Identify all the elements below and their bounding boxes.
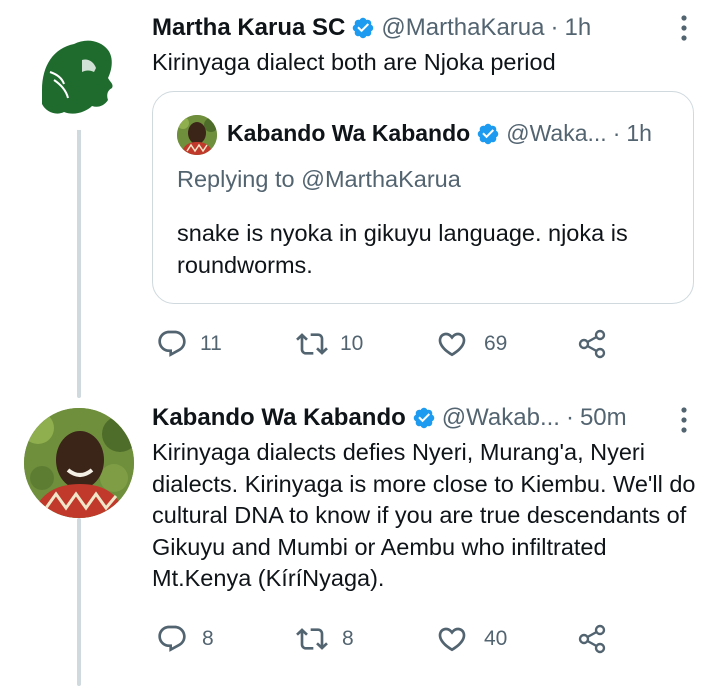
more-icon[interactable] [672, 12, 696, 44]
reply-count: 11 [200, 332, 222, 355]
replying-to[interactable]: Replying to @MarthaKarua [177, 164, 461, 196]
timestamp[interactable]: 50m [580, 404, 627, 432]
reply-icon [158, 625, 186, 652]
like-button[interactable]: 69 [436, 328, 576, 360]
quote-timestamp: 1h [626, 120, 652, 146]
like-icon [438, 627, 466, 652]
author-handle[interactable]: @MarthaKarua [381, 14, 544, 42]
tweet-text: Kirinyaga dialects defies Nyeri, Murang'… [152, 439, 696, 591]
verified-badge-icon [477, 123, 499, 144]
tweet-header: Kabando Wa Kabando @Wakab... · 50m [152, 404, 627, 432]
quote-avatar [177, 115, 217, 155]
share-icon [578, 624, 606, 654]
reply-button[interactable]: 8 [156, 623, 296, 655]
like-icon [438, 332, 466, 357]
share-button[interactable] [576, 328, 616, 360]
quote-text: snake is nyoka in gikuyu language. njoka… [177, 220, 628, 278]
quote-author-handle: @Waka... [506, 120, 607, 146]
reply-button[interactable]: 11 [156, 328, 296, 360]
like-count: 69 [484, 332, 508, 355]
like-count: 40 [484, 627, 508, 650]
thread-line [77, 128, 81, 398]
verified-badge-icon [413, 407, 435, 429]
share-button[interactable] [576, 623, 616, 655]
tweet-header: Martha Karua SC @MarthaKarua · 1h [152, 14, 591, 42]
separator-dot: · [550, 14, 559, 41]
retweet-icon [296, 628, 328, 650]
tweet-text: Kirinyaga dialect both are Njoka period [152, 49, 556, 75]
timestamp[interactable]: 1h [565, 14, 592, 42]
separator-dot: · [612, 120, 621, 146]
thread-line [77, 518, 81, 686]
tweet-actions: 11 10 69 [156, 328, 616, 360]
retweet-button[interactable]: 10 [296, 328, 436, 360]
verified-badge-icon [353, 17, 374, 39]
retweet-count: 8 [342, 627, 354, 650]
author-handle[interactable]: @Wakab... [442, 404, 560, 432]
quoted-tweet[interactable]: Kabando Wa Kabando @Waka... · 1h Replyin… [152, 91, 694, 304]
share-icon [578, 329, 606, 359]
reply-count: 8 [202, 627, 214, 650]
reply-icon [158, 330, 186, 357]
avatar-kabando-wa-kabando[interactable] [24, 408, 134, 518]
retweet-count: 10 [340, 332, 364, 355]
avatar-martha-karua[interactable] [24, 20, 134, 130]
author-name[interactable]: Kabando Wa Kabando [152, 404, 406, 432]
author-name[interactable]: Martha Karua SC [152, 14, 345, 42]
tweet-actions: 8 8 40 [156, 623, 616, 655]
retweet-button[interactable]: 8 [296, 623, 436, 655]
quote-header: Kabando Wa Kabando @Waka... · 1h [227, 120, 652, 147]
like-button[interactable]: 40 [436, 623, 576, 655]
retweet-icon [296, 333, 328, 355]
more-icon[interactable] [672, 404, 696, 436]
separator-dot: · [565, 404, 574, 431]
quote-author-name: Kabando Wa Kabando [227, 120, 471, 146]
